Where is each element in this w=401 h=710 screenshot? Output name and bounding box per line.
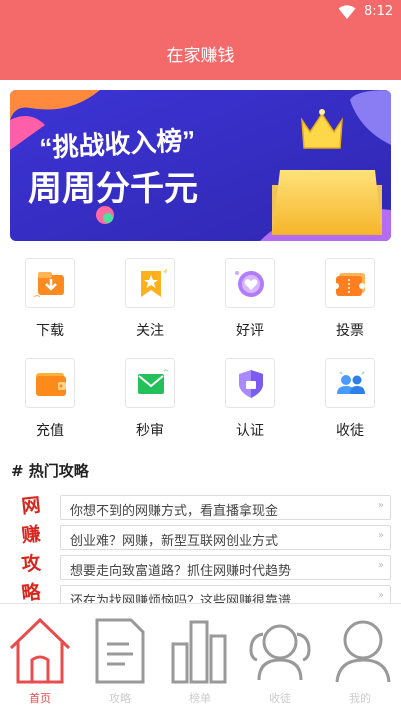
chevron-right-icon: » <box>377 590 384 601</box>
tab-guides[interactable]: 攻略 <box>80 604 160 710</box>
document-icon <box>95 618 145 684</box>
tab-rankings[interactable]: 榜单 <box>160 604 240 710</box>
hot-article-list: 你想不到的网赚方式，看直播拿现金 » 创业难？网赚，新型互联网创业方式 » 想要… <box>60 495 391 615</box>
side-char: 网 <box>20 494 42 518</box>
tab-label: 我的 <box>349 692 371 705</box>
chevron-right-icon: » <box>377 500 384 511</box>
grid-label: 投票 <box>336 323 364 339</box>
side-char: 攻 <box>20 552 42 576</box>
status-time: 8:12 <box>364 4 394 19</box>
chevron-right-icon: » <box>377 530 384 541</box>
bottom-tab-bar: 首页 攻略 榜单 收徒 我的 <box>0 603 401 710</box>
list-item[interactable]: 你想不到的网赚方式，看直播拿现金 » <box>60 495 391 520</box>
status-bar: 8:12 <box>0 0 401 24</box>
tab-home[interactable]: 首页 <box>0 604 80 710</box>
side-char: 赚 <box>20 523 42 547</box>
tab-recruit[interactable]: 收徒 <box>240 604 320 710</box>
grid-label: 好评 <box>236 323 264 339</box>
grid-label: 下载 <box>36 323 64 339</box>
mail-icon <box>125 358 175 408</box>
tab-label: 收徒 <box>269 692 291 705</box>
wifi-icon <box>338 5 356 19</box>
grid-label: 认证 <box>236 423 264 439</box>
grid-label: 收徒 <box>336 423 364 439</box>
grid-item-instant-review[interactable]: 秒审 <box>100 358 200 448</box>
banner-line2: 周周分千元 <box>28 170 198 208</box>
promo-banner[interactable]: “挑战收入榜” 周周分千元 <box>10 90 391 241</box>
tab-label: 攻略 <box>109 692 131 705</box>
chevron-right-icon: » <box>377 560 384 571</box>
grid-item-follow[interactable]: 关注 <box>100 258 200 348</box>
hot-side-label: 网 赚 攻 略 <box>16 491 46 607</box>
bookmark-star-icon <box>125 258 175 308</box>
list-item[interactable]: 想要走向致富道路？抓住网赚时代趋势 » <box>60 555 391 580</box>
grid-item-recruit[interactable]: 收徒 <box>300 358 400 448</box>
grid-item-download[interactable]: 下载 <box>0 258 100 348</box>
article-title: 创业难？网赚，新型互联网创业方式 <box>70 534 279 549</box>
ticket-icon <box>325 258 375 308</box>
group-icon <box>249 624 311 681</box>
shield-icon <box>225 358 275 408</box>
grid-label: 秒审 <box>136 423 164 439</box>
tab-label: 首页 <box>29 692 51 705</box>
chart-icon <box>171 620 227 684</box>
home-icon <box>9 617 71 684</box>
article-title: 想要走向致富道路？抓住网赚时代趋势 <box>70 564 292 579</box>
wallet-icon <box>25 358 75 408</box>
grid-item-recharge[interactable]: 充值 <box>0 358 100 448</box>
download-icon <box>25 258 75 308</box>
grid-item-review[interactable]: 好评 <box>200 258 300 348</box>
list-item[interactable]: 创业难？网赚，新型互联网创业方式 » <box>60 525 391 550</box>
app-header: 在家赚钱 <box>0 24 401 80</box>
tab-me[interactable]: 我的 <box>320 604 400 710</box>
grid-label: 关注 <box>136 323 164 339</box>
heart-icon <box>225 258 275 308</box>
tab-label: 榜单 <box>189 692 211 705</box>
page-title: 在家赚钱 <box>166 46 235 66</box>
article-title: 你想不到的网赚方式，看直播拿现金 <box>70 504 279 519</box>
section-title-hot: # 热门攻略 <box>11 462 89 480</box>
grid-item-verify[interactable]: 认证 <box>200 358 300 448</box>
grid-label: 充值 <box>36 423 64 439</box>
grid-item-vote[interactable]: 投票 <box>300 258 400 348</box>
user-icon <box>335 620 391 683</box>
people-icon <box>325 358 375 408</box>
